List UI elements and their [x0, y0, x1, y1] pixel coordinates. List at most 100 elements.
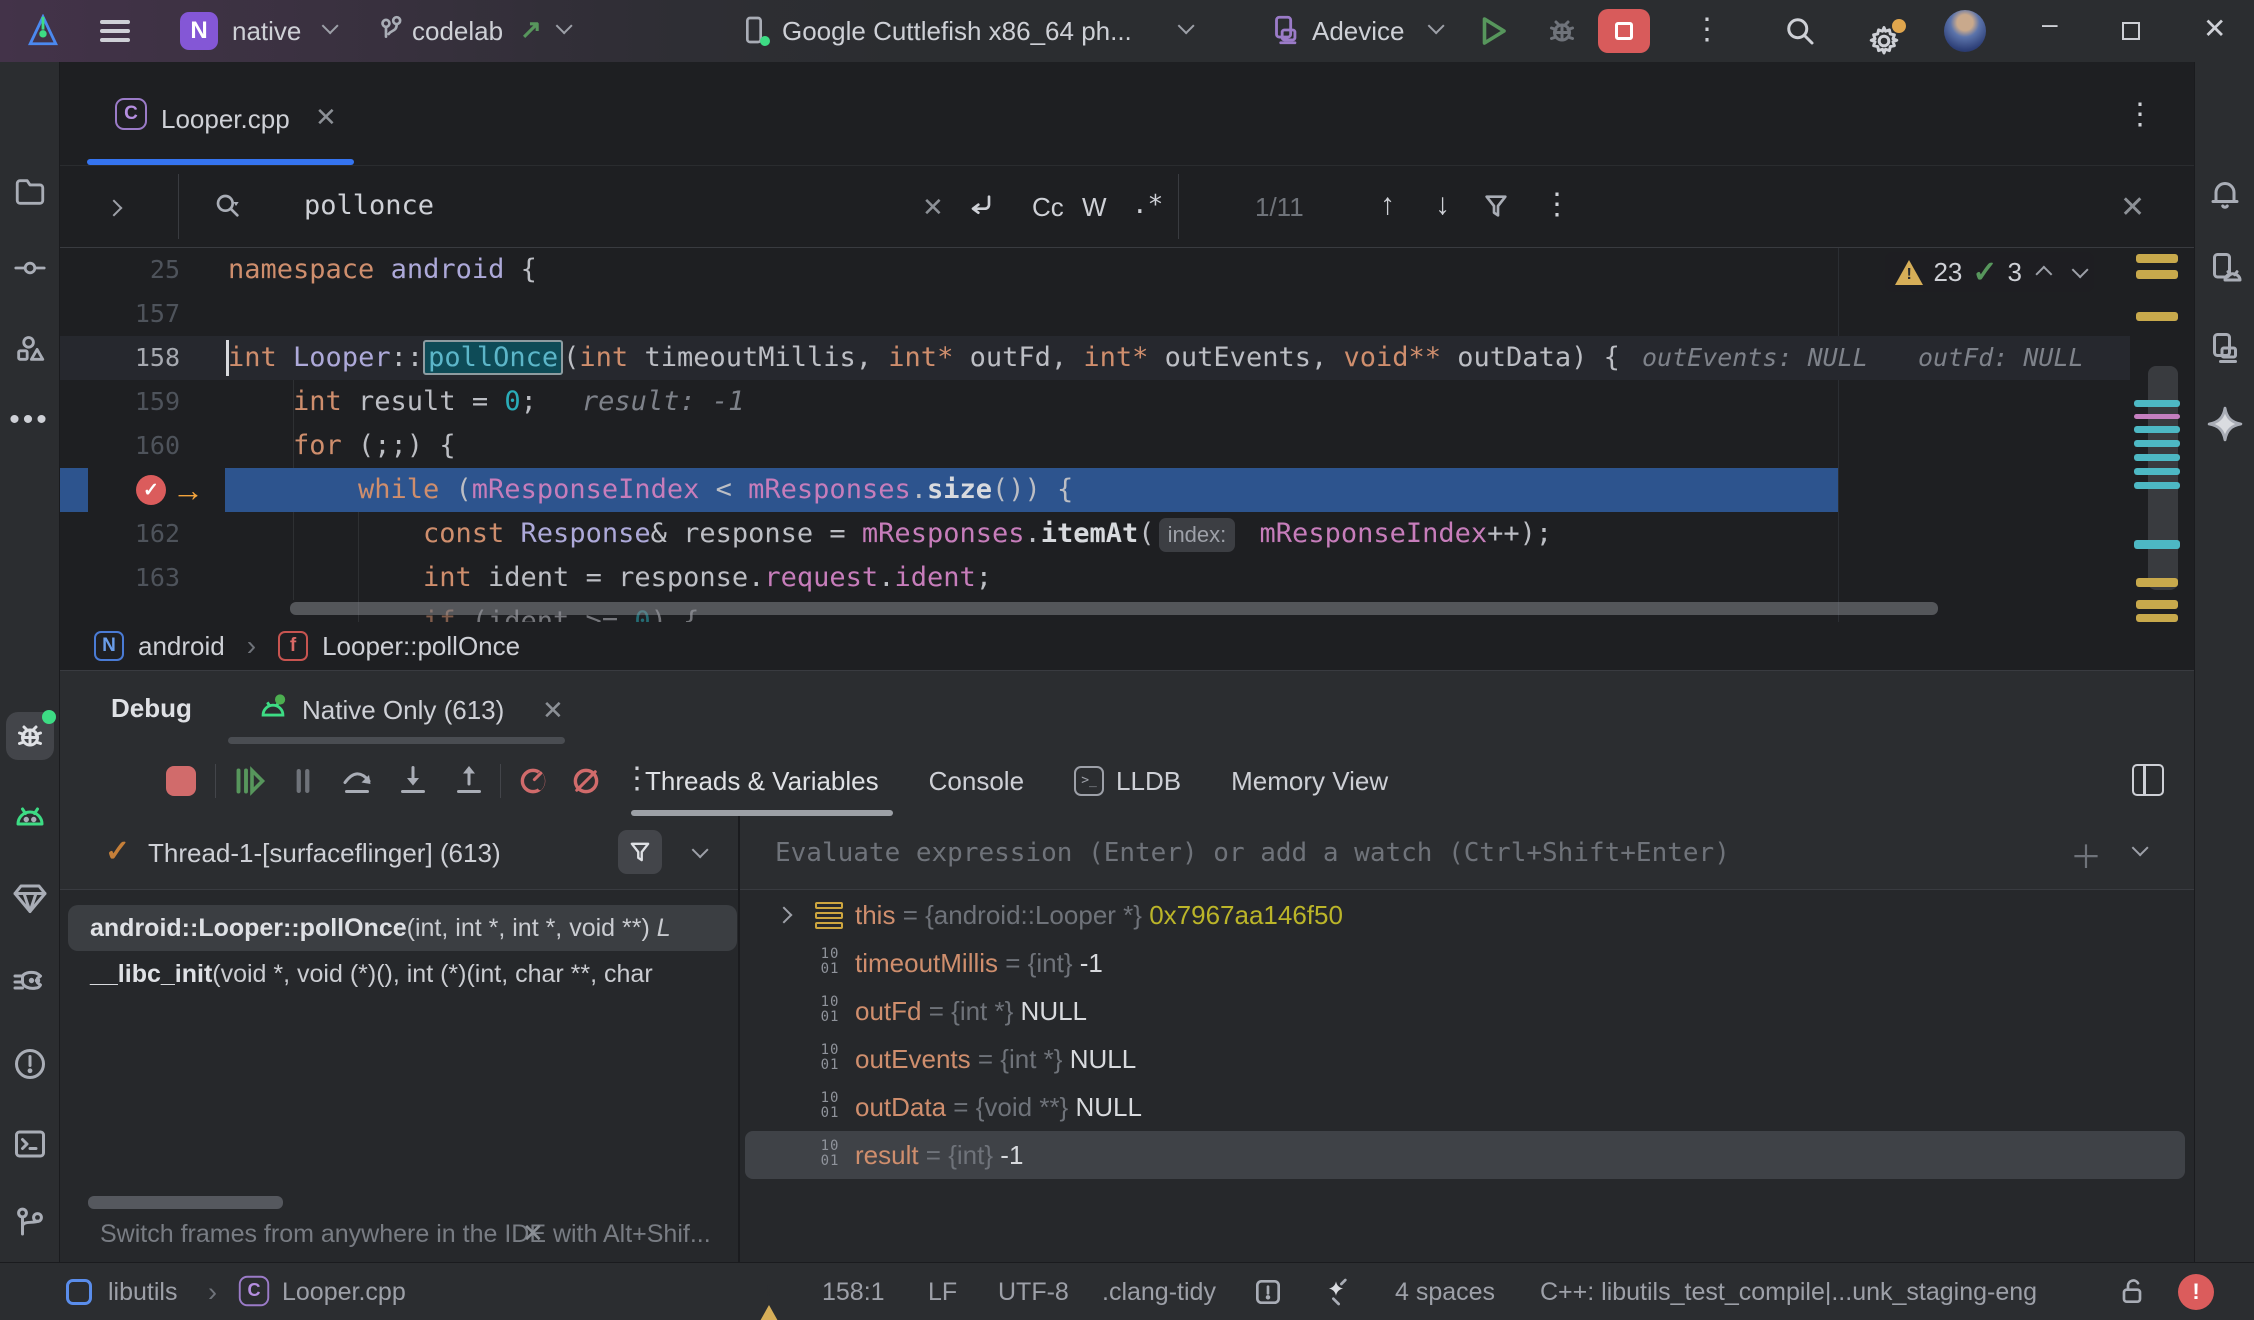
project-selector[interactable]: native	[232, 16, 301, 47]
minimize-button[interactable]: –	[2042, 8, 2058, 40]
variable-row-outData[interactable]: 10 01outData = {void **} NULL	[740, 1083, 2194, 1131]
close-window-button[interactable]: ✕	[2203, 12, 2226, 45]
next-match-icon[interactable]: ↓	[1435, 188, 1450, 222]
problems-tool-icon[interactable]	[10, 1044, 50, 1084]
debug-panel-title[interactable]: Debug	[111, 693, 192, 724]
project-badge[interactable]: N	[180, 12, 218, 50]
device-selector[interactable]: Google Cuttlefish x86_64 ph...	[782, 16, 1132, 47]
step-into-button[interactable]	[392, 760, 434, 802]
prev-match-icon[interactable]: ↑	[1380, 188, 1395, 222]
frames-hint-close-icon[interactable]: ✕	[522, 1218, 544, 1249]
variable-row-outFd[interactable]: 10 01outFd = {int *} NULL	[740, 987, 2194, 1035]
project-tool-icon[interactable]	[10, 172, 50, 212]
line-number[interactable]: 25	[100, 248, 180, 292]
variable-row-timeoutMillis[interactable]: 10 01timeoutMillis = {int} -1	[740, 939, 2194, 987]
main-menu-icon[interactable]	[100, 20, 130, 42]
code-line[interactable]: 160for (;;) {	[60, 424, 2130, 468]
variable-row-outEvents[interactable]: 10 01outEvents = {int *} NULL	[740, 1035, 2194, 1083]
stack-frame-item[interactable]: android::Looper::pollOnce(int, int *, in…	[90, 905, 671, 951]
editor-scroll-strip[interactable]	[2130, 248, 2194, 622]
unlocked-icon[interactable]	[2116, 1275, 2148, 1307]
branch-icon[interactable]	[374, 14, 406, 53]
pause-button[interactable]	[282, 760, 324, 802]
run-button[interactable]	[1474, 13, 1510, 56]
project-status-icon[interactable]	[66, 1279, 92, 1305]
session-tab-label[interactable]: Native Only (613)	[302, 695, 504, 726]
frames-h-scrollbar[interactable]	[88, 1196, 283, 1209]
regex-toggle[interactable]: .*	[1132, 190, 1163, 220]
linter-status[interactable]: .clang-tidy	[1102, 1278, 1216, 1307]
ai-pen-sparkle-icon[interactable]	[1320, 1276, 1352, 1315]
debug-tab-console[interactable]: Console	[929, 746, 1024, 816]
expand-chevron-icon[interactable]	[776, 907, 793, 924]
adevice-selector[interactable]: Adevice	[1312, 16, 1405, 47]
step-over-button[interactable]	[336, 760, 378, 802]
breadcrumb-namespace[interactable]: android	[138, 631, 225, 662]
editor-h-scrollbar[interactable]	[290, 602, 1938, 615]
caret-position[interactable]: 158:1	[822, 1278, 885, 1307]
debug-tool-icon[interactable]	[6, 712, 54, 760]
version-control-tool-icon[interactable]	[10, 1202, 50, 1242]
session-tab-scrollbar[interactable]	[228, 737, 565, 744]
search-everywhere-icon[interactable]	[1782, 13, 1818, 56]
project-chevron-icon[interactable]	[322, 17, 339, 34]
line-number[interactable]: 160	[100, 424, 180, 468]
logcat-tool-icon[interactable]	[10, 798, 50, 838]
match-case-toggle[interactable]: Cc	[1032, 192, 1064, 223]
code-editor[interactable]: 25namespace android {157158int Looper::p…	[60, 248, 2194, 622]
run-more-icon[interactable]: ⋮	[1692, 15, 1722, 45]
session-tab-close-icon[interactable]: ✕	[542, 695, 564, 726]
thread-dropdown-chevron-icon[interactable]	[692, 841, 709, 858]
running-devices-icon[interactable]	[2205, 328, 2245, 368]
words-toggle[interactable]: W	[1082, 192, 1107, 223]
device-manager-icon[interactable]	[2205, 248, 2245, 288]
line-number[interactable]: 158	[100, 336, 180, 380]
status-warning-icon[interactable]: !	[755, 1277, 783, 1306]
filter-matches-icon[interactable]	[1480, 190, 1512, 229]
code-line[interactable]: 158int Looper::pollOnce(int timeoutMilli…	[60, 336, 2130, 380]
code-line[interactable]: 159int result = 0;result: -1	[60, 380, 2130, 424]
prev-problem-icon[interactable]	[2035, 266, 2052, 283]
maximize-button[interactable]	[2122, 22, 2140, 40]
evaluate-history-chevron-icon[interactable]	[2132, 839, 2149, 856]
code-line[interactable]: ✓→while (mResponseIndex < mResponses.siz…	[60, 468, 2130, 512]
clear-search-icon[interactable]: ✕	[922, 192, 944, 223]
settings-gear-icon[interactable]	[1866, 23, 1902, 66]
search-options-icon[interactable]: ⋮	[1542, 190, 1572, 220]
app-quality-insights-icon[interactable]	[10, 878, 50, 918]
indent-setting[interactable]: 4 spaces	[1395, 1278, 1495, 1307]
step-out-button[interactable]	[448, 760, 490, 802]
notifications-bell-icon[interactable]	[2205, 174, 2245, 214]
error-notification-icon[interactable]: !	[2178, 1274, 2214, 1310]
variable-row-result[interactable]: 10 01result = {int} -1	[740, 1131, 2194, 1179]
code-line[interactable]: 162const Response& response = mResponses…	[60, 512, 2130, 556]
device-icon[interactable]	[738, 14, 770, 53]
more-tools-icon[interactable]: •••	[10, 400, 50, 440]
tab-close-icon[interactable]: ✕	[315, 102, 337, 133]
debug-button[interactable]	[1544, 13, 1580, 56]
variable-row-this[interactable]: this = {android::Looper *} 0x7967aa146f5…	[740, 891, 2194, 939]
thread-filter-button[interactable]	[618, 830, 662, 874]
thread-selector[interactable]: Thread-1-[surfaceflinger] (613)	[148, 838, 501, 869]
debug-tab-threads-variables[interactable]: Threads & Variables	[645, 746, 879, 816]
code-line[interactable]: 163int ident = response.request.ident;	[60, 556, 2130, 600]
code-line[interactable]: 25namespace android {	[60, 248, 2130, 292]
expand-search-icon[interactable]	[106, 200, 123, 217]
line-number[interactable]: 162	[100, 512, 180, 556]
status-file[interactable]: Looper.cpp	[282, 1278, 406, 1307]
structure-tool-icon[interactable]	[10, 328, 50, 368]
close-search-icon[interactable]: ✕	[2120, 190, 2145, 225]
next-problem-icon[interactable]	[2072, 261, 2089, 278]
adevice-chevron-icon[interactable]	[1428, 17, 1445, 34]
commit-tool-icon[interactable]	[10, 248, 50, 288]
evaluate-expression-input[interactable]: Evaluate expression (Enter) or add a wat…	[775, 838, 1730, 868]
code-line[interactable]: 157	[60, 292, 2130, 336]
branch-selector[interactable]: codelab	[412, 16, 503, 47]
tab-options-icon[interactable]: ⋮	[2125, 100, 2155, 130]
inspection-profile-icon[interactable]	[1252, 1276, 1284, 1308]
file-encoding[interactable]: UTF-8	[998, 1278, 1069, 1307]
breakpoint-icon[interactable]: ✓	[136, 475, 166, 505]
device-chevron-icon[interactable]	[1178, 17, 1195, 34]
layout-settings-icon[interactable]	[2132, 764, 2164, 796]
stop-button[interactable]	[1598, 9, 1650, 53]
